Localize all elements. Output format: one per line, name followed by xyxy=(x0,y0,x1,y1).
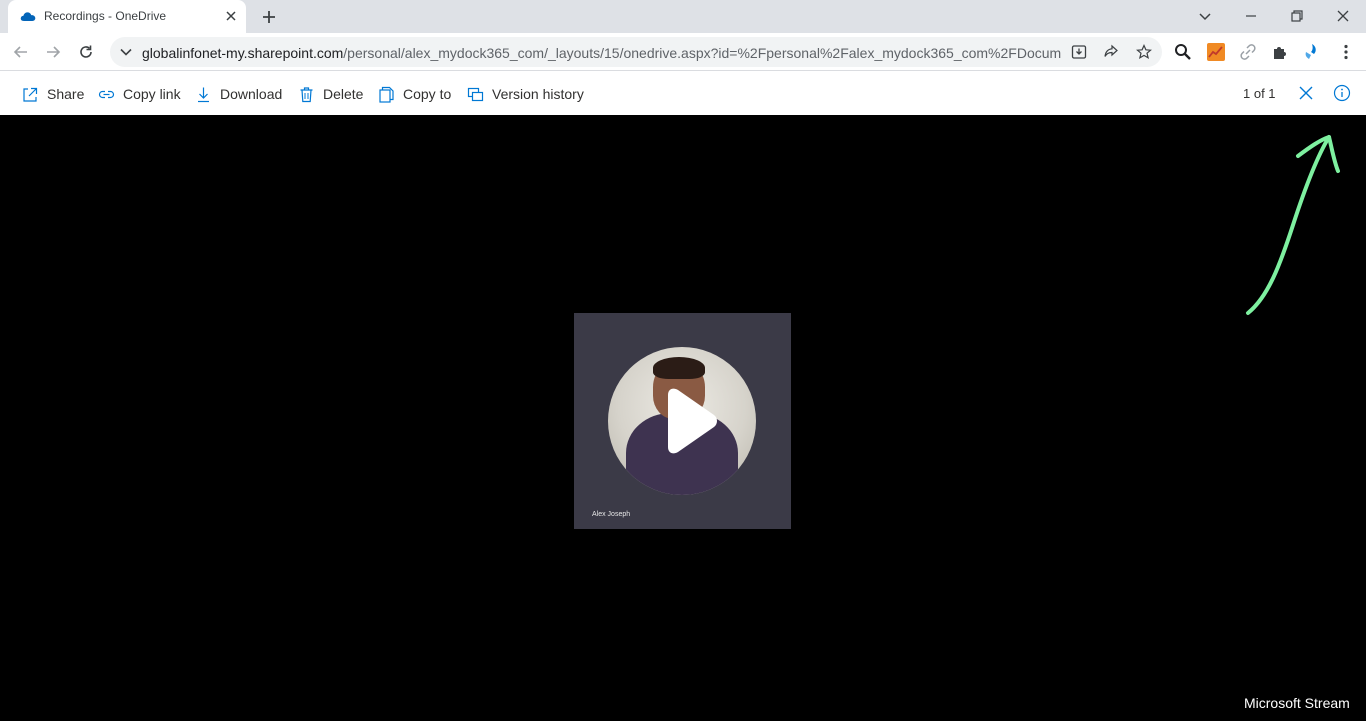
presenter-avatar xyxy=(608,347,756,495)
url-host: globalinfonet-my.sharepoint.com xyxy=(142,45,344,61)
copy-to-label: Copy to xyxy=(403,86,452,102)
share-label: Share xyxy=(47,86,85,102)
presenter-hair xyxy=(653,357,705,379)
file-counter: 1 of 1 xyxy=(1243,86,1276,101)
restore-icon[interactable] xyxy=(1289,8,1305,24)
media-viewer: Alex Joseph Microsoft Stream xyxy=(0,115,1366,721)
tab-title: Recordings - OneDrive xyxy=(44,9,167,23)
site-info-chevron-icon[interactable] xyxy=(119,45,133,59)
delete-label: Delete xyxy=(323,86,364,102)
install-app-icon[interactable] xyxy=(1071,44,1087,60)
share-button[interactable]: Share xyxy=(22,84,84,104)
url-text[interactable]: globalinfonet-my.sharepoint.com/personal… xyxy=(142,45,1062,61)
browser-menu-icon[interactable] xyxy=(1337,43,1355,61)
share-page-icon[interactable] xyxy=(1103,44,1119,60)
browser-tab[interactable]: Recordings - OneDrive xyxy=(8,0,246,33)
url-path: /personal/alex_mydock365_com/_layouts/15… xyxy=(343,45,1062,61)
copy-link-label: Copy link xyxy=(123,86,181,102)
reload-icon[interactable] xyxy=(77,43,95,61)
browser-tab-strip: Recordings - OneDrive xyxy=(0,0,1366,33)
onedrive-cloud-icon xyxy=(20,12,36,21)
share-icon xyxy=(23,87,38,102)
address-bar[interactable]: globalinfonet-my.sharepoint.com/personal… xyxy=(110,37,1162,67)
bookmark-star-icon[interactable] xyxy=(1136,44,1152,60)
video-thumbnail[interactable]: Alex Joseph xyxy=(574,313,791,529)
close-viewer-icon[interactable] xyxy=(1297,84,1315,102)
close-window-icon[interactable] xyxy=(1335,8,1351,24)
close-tab-icon[interactable] xyxy=(224,9,238,23)
extensions-puzzle-icon[interactable] xyxy=(1271,43,1289,61)
minimize-icon[interactable] xyxy=(1243,8,1259,24)
command-bar: Share Copy link Download Delete Copy to xyxy=(0,71,1366,115)
presenter-name: Alex Joseph xyxy=(592,511,631,518)
version-history-button[interactable]: Version history xyxy=(467,84,584,104)
download-icon xyxy=(198,87,209,102)
copy-icon xyxy=(379,86,394,103)
link-extension-icon[interactable] xyxy=(1239,43,1257,61)
copy-to-button[interactable]: Copy to xyxy=(378,84,451,104)
play-icon[interactable] xyxy=(648,385,720,457)
annotation-arrow xyxy=(1246,135,1340,315)
microsoft-stream-brand: Microsoft Stream xyxy=(1244,695,1350,711)
dock-extension-icon[interactable] xyxy=(1303,43,1321,61)
link-icon xyxy=(98,90,115,98)
trash-icon xyxy=(300,86,313,102)
download-label: Download xyxy=(220,86,283,102)
new-tab-icon[interactable] xyxy=(260,8,278,26)
download-button[interactable]: Download xyxy=(195,84,282,104)
tab-search-chevron-icon[interactable] xyxy=(1197,8,1213,24)
delete-button[interactable]: Delete xyxy=(298,84,363,104)
forward-arrow-icon[interactable] xyxy=(44,43,62,61)
browser-toolbar: globalinfonet-my.sharepoint.com/personal… xyxy=(0,33,1366,71)
back-arrow-icon[interactable] xyxy=(12,43,30,61)
version-history-icon xyxy=(467,87,484,101)
magnifier-extension-icon[interactable] xyxy=(1174,43,1192,61)
version-history-label: Version history xyxy=(492,86,584,102)
copy-link-button[interactable]: Copy link xyxy=(98,84,181,104)
info-icon[interactable] xyxy=(1333,84,1351,102)
analytics-extension-icon[interactable] xyxy=(1207,43,1225,61)
